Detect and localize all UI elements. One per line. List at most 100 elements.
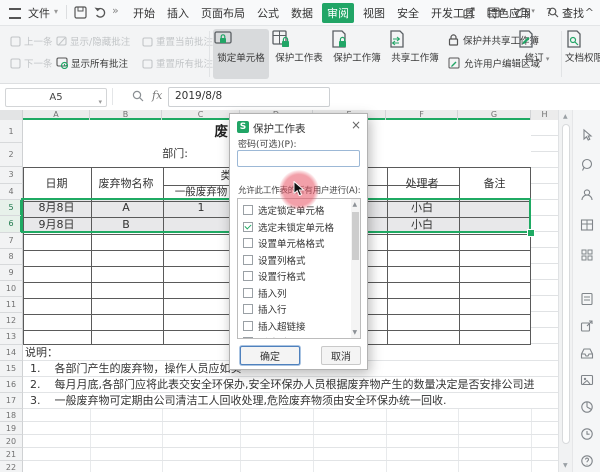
column-header[interactable]: A [23, 110, 90, 120]
chart-panel-icon[interactable] [580, 400, 594, 414]
inbox-panel-icon[interactable] [580, 346, 594, 360]
image-panel-icon[interactable] [580, 373, 594, 387]
collapse-ribbon-icon[interactable]: ^ [585, 6, 594, 19]
menu-tab[interactable]: 审阅 [322, 3, 354, 23]
row-header[interactable]: 22 [0, 461, 23, 472]
permission-option[interactable]: 插入列 [238, 285, 360, 302]
permission-option[interactable]: 设置列格式 [238, 252, 360, 269]
row-header[interactable]: 10 [0, 281, 23, 297]
checkbox-icon[interactable] [243, 238, 253, 248]
row-header[interactable]: 2 [0, 143, 23, 167]
protect-sheet-button[interactable]: 保护工作表 [271, 29, 327, 79]
sheet-title-cell[interactable]: 废 [150, 122, 228, 143]
checkbox-icon[interactable] [243, 205, 253, 215]
vertical-scrollbar[interactable]: ▲ ▼ [558, 110, 572, 472]
share-panel-icon[interactable] [580, 319, 594, 333]
row-header[interactable]: 13 [0, 329, 23, 345]
insert-function-fx[interactable]: fx [152, 89, 162, 102]
row-header[interactable]: 16 [0, 377, 23, 393]
notes-title-cell[interactable]: 说明： [25, 345, 85, 361]
row-header[interactable]: 3 [0, 167, 23, 184]
row-header[interactable]: 20 [0, 435, 23, 448]
row-header[interactable]: 6 [0, 216, 23, 233]
password-input[interactable] [237, 150, 360, 167]
column-header[interactable]: H [531, 110, 558, 120]
revisions-button[interactable]: 修订 ▾ [516, 29, 558, 79]
scroll-down-icon[interactable]: ▼ [353, 329, 358, 336]
column-header[interactable]: B [90, 110, 162, 120]
header-name-cell[interactable]: 废弃物名称 [90, 167, 162, 200]
document-permission-button[interactable]: 文档权限 [564, 29, 600, 79]
help-icon[interactable]: ? [546, 6, 552, 19]
column-header[interactable]: G [458, 110, 531, 120]
menu-tab[interactable]: 插入 [164, 3, 192, 23]
scroll-down-icon[interactable]: ▼ [563, 462, 568, 469]
share-icon[interactable] [463, 7, 476, 19]
permission-option[interactable]: 设置行格式 [238, 268, 360, 285]
row-header[interactable]: 17 [0, 393, 23, 409]
ok-button[interactable]: 确定 [240, 346, 300, 365]
lock-cells-button[interactable]: 锁定单元格 [213, 29, 269, 79]
checkbox-icon[interactable] [243, 304, 253, 314]
magnifier-icon[interactable] [132, 90, 144, 102]
menu-tab[interactable]: 页面布局 [198, 3, 248, 23]
row-header[interactable]: 9 [0, 265, 23, 281]
department-label-cell[interactable]: 部门: [120, 146, 188, 162]
cancel-button[interactable]: 取消 [321, 346, 361, 365]
file-menu[interactable]: 文件 [28, 5, 50, 21]
notes-panel-icon[interactable] [580, 292, 594, 306]
permission-option[interactable]: 设置单元格格式 [238, 235, 360, 252]
protect-workbook-button[interactable]: 保护工作簿 [329, 29, 385, 79]
menu-tab[interactable]: 安全 [394, 3, 422, 23]
note-cell[interactable]: 2. 每月月底,各部门应将此表交安全环保办,安全环保办人员根据废弃物产生的数量决… [30, 377, 558, 393]
header-handler-cell[interactable]: 处理者 [386, 167, 458, 200]
row-header[interactable]: 1 [0, 120, 23, 143]
checkbox-icon[interactable] [243, 321, 253, 331]
menu-tab[interactable]: 数据 [288, 3, 316, 23]
window-mode-icon[interactable]: ▾ [487, 7, 505, 18]
checkbox-icon[interactable] [243, 337, 253, 339]
list-scrollbar[interactable]: ▲ ▼ [351, 199, 360, 338]
chevron-down-icon[interactable]: ▾ [54, 7, 58, 16]
show-all-comments-button[interactable]: 显示所有批注 [56, 56, 128, 70]
permission-option[interactable]: 插入超链接 [238, 318, 360, 335]
menu-tab[interactable]: 视图 [360, 3, 388, 23]
menu-tab[interactable]: 公式 [254, 3, 282, 23]
undo-icon[interactable] [94, 6, 107, 19]
checkbox-icon[interactable] [243, 255, 253, 265]
note-cell[interactable]: 3. 一般废弃物可定期由公司清洁工人回收处理,危险废弃物须由安全环保办统一回收. [30, 393, 558, 409]
apps-grid-icon[interactable] [580, 248, 594, 262]
header-date-cell[interactable]: 日期 [23, 167, 90, 200]
table-icon[interactable] [580, 218, 594, 232]
row-header[interactable]: 15 [0, 361, 23, 377]
row-header[interactable]: 12 [0, 313, 23, 329]
select-all-corner[interactable] [0, 110, 23, 120]
checkbox-icon[interactable] [243, 288, 253, 298]
permission-option[interactable]: 选定未锁定单元格 [238, 219, 360, 236]
header-remark-cell[interactable]: 备注 [458, 167, 531, 200]
row-header[interactable]: 19 [0, 422, 23, 435]
cloud-sync-icon[interactable]: ▾ [515, 7, 535, 18]
clock-panel-icon[interactable] [580, 427, 594, 441]
row-header[interactable]: 7 [0, 233, 23, 249]
hamburger-menu-icon[interactable] [9, 8, 21, 19]
lasso-shape-icon[interactable] [580, 158, 594, 172]
row-header[interactable]: 21 [0, 448, 23, 461]
checkbox-icon[interactable] [243, 271, 253, 281]
row-header[interactable]: 4 [0, 184, 23, 200]
cursor-select-icon[interactable] [580, 128, 594, 142]
row-header[interactable]: 8 [0, 249, 23, 265]
row-header[interactable]: 5 [0, 200, 23, 216]
permission-option[interactable]: 删除列 [238, 334, 360, 339]
scroll-up-icon[interactable]: ▲ [353, 201, 358, 208]
scrollbar-thumb[interactable] [352, 212, 359, 260]
column-header[interactable]: F [386, 110, 458, 120]
name-box[interactable]: A5 ▾ [5, 88, 107, 107]
row-header[interactable]: 11 [0, 297, 23, 313]
save-icon[interactable] [74, 6, 87, 19]
overflow-menu-icon[interactable]: ⋮ [563, 6, 574, 19]
contact-icon[interactable] [580, 188, 594, 202]
scroll-up-icon[interactable]: ▲ [563, 113, 568, 120]
row-header[interactable]: 18 [0, 409, 23, 422]
more-chevrons-icon[interactable]: » [112, 4, 119, 17]
